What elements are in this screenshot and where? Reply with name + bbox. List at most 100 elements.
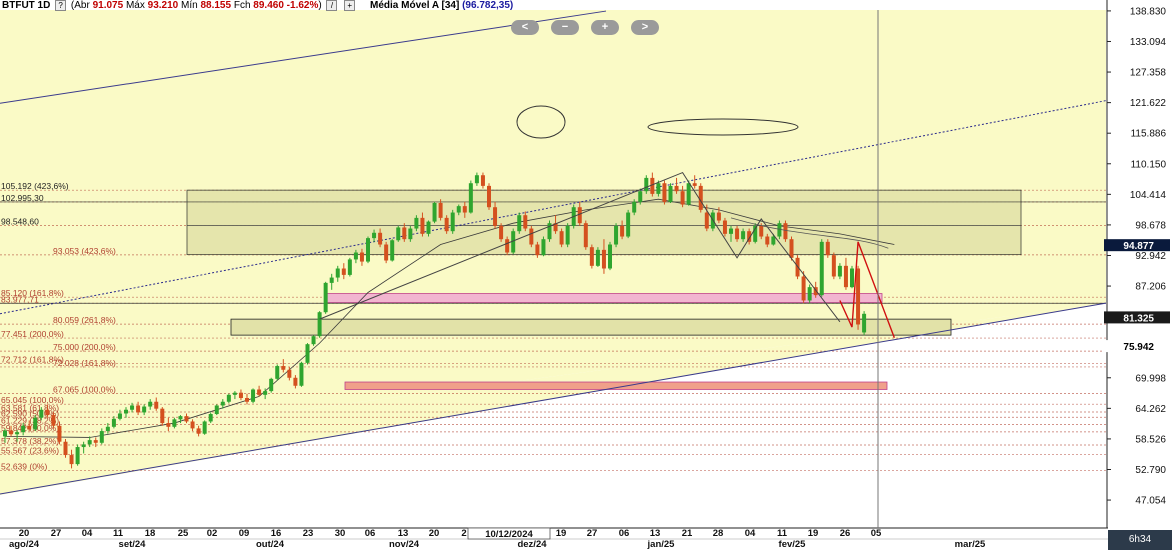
candle [117,413,122,419]
x-tick-label: 04 [745,528,756,539]
fib-level-label: 67.065 (100,0%) [53,384,116,394]
fib-level-label: 102.995,30 [1,193,44,203]
candle [668,185,673,202]
x-tick-label: 20 [19,528,30,539]
candle [245,398,249,402]
month-label: fev/25 [779,539,807,550]
candle [644,177,649,192]
candle [93,440,98,443]
candle [372,232,377,239]
time-remaining: 6h34 [1108,530,1172,550]
candle [269,378,274,392]
candle [45,409,50,416]
candle [148,401,153,407]
month-label: out/24 [256,539,285,550]
candle [565,225,570,245]
scroll-right-button[interactable]: > [631,20,659,35]
zoom-out-button[interactable]: − [551,20,579,35]
candle [499,225,504,240]
candle [487,185,491,208]
candle [650,177,655,194]
candle [341,268,346,275]
zoom-in-button[interactable]: + [591,20,619,35]
candle [196,428,201,434]
high-value: 93.210 [147,0,179,12]
candle [353,252,358,260]
month-label: set/24 [119,539,147,550]
candle [626,212,631,237]
candle [541,239,546,256]
close-label: Fch [233,0,251,12]
candle [154,401,159,409]
month-label: mar/25 [955,539,986,550]
candle [432,202,437,222]
low-label: Mín [181,0,198,12]
candle [632,201,637,213]
candle [462,206,467,213]
candle [862,313,867,333]
candle [819,241,824,296]
candle [172,419,177,427]
candle [33,417,38,430]
help-icon[interactable]: ? [55,0,67,11]
candle [69,455,74,465]
candle [178,416,183,420]
fib-level-label: 93.053 (423,6%) [53,246,116,256]
candle [384,244,389,261]
fib-level-label: 75.000 (200,0%) [53,342,116,352]
candle [257,389,262,395]
x-tick-label: 16 [271,528,282,539]
add-indicator-icon[interactable]: + [344,0,356,11]
x-tick-label: 13 [650,528,661,539]
candle [535,244,540,256]
scroll-left-button[interactable]: < [511,20,539,35]
candle [311,336,316,345]
candle [27,425,32,430]
candle [202,421,207,434]
symbol-label[interactable]: BTFUT 1D [2,0,50,11]
high-label: Máx [125,0,145,12]
candle [335,268,340,278]
candle [238,392,243,399]
y-tick-label: 138.830 [1130,6,1167,17]
candle [807,287,812,301]
candle [263,391,268,395]
price-label: 75.942 [1123,342,1154,353]
candle [251,389,256,402]
candle [160,408,165,424]
candle [771,236,776,245]
edit-icon[interactable]: / [326,0,338,11]
candle [214,405,219,415]
candle [166,423,171,427]
candle [275,366,280,379]
y-tick-label: 58.526 [1135,434,1166,445]
candle [136,405,141,413]
candle [414,217,419,229]
candle [208,414,213,422]
price-label: 81.325 [1123,313,1154,324]
month-label: ago/24 [9,539,40,550]
candle [686,183,691,205]
candle [759,225,764,237]
candle [843,265,848,288]
y-tick-label: 52.790 [1135,465,1166,476]
candle [293,377,298,386]
x-tick-label: 06 [365,528,376,539]
candle [317,312,322,337]
fib-level-label: 55.567 (23,6%) [1,446,59,456]
candle [402,227,407,240]
candle [656,183,661,194]
x-tick-label: 27 [587,528,598,539]
x-tick-label: 30 [335,528,346,539]
y-tick-label: 104.414 [1130,190,1167,201]
y-tick-label: 121.622 [1130,98,1167,109]
candle [468,183,473,213]
candle [184,416,189,422]
change-value: -1.62% [286,0,319,12]
price-label: 94.877 [1123,241,1154,252]
candle [692,183,697,186]
candle [674,185,679,192]
candle [378,232,383,245]
price-chart[interactable]: 105.192 (423,6%) 102.995,30 98.548,60 93.05… [0,0,1172,550]
candle [505,239,510,253]
